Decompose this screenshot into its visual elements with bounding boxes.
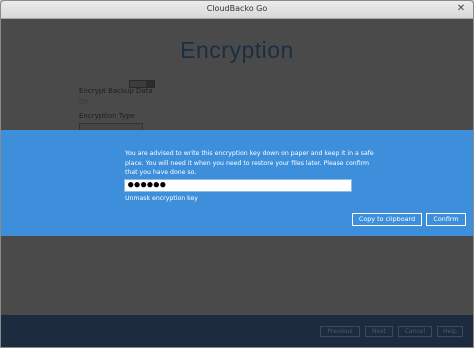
unmask-key-link[interactable]: Unmask encryption key <box>125 195 198 202</box>
app-window: CloudBacko Go ✕ Encryption Encrypt Backu… <box>0 0 474 348</box>
title-bar: CloudBacko Go ✕ <box>1 1 473 19</box>
encryption-type-label: Encryption Type <box>79 112 135 120</box>
next-button[interactable]: Next <box>365 326 393 337</box>
toggle-knob <box>146 81 154 87</box>
footer-bar: Previous Next Cancel Help <box>1 315 473 347</box>
encrypt-state-text: On <box>79 98 89 106</box>
encrypt-backup-data-label: Encrypt Backup Data <box>79 87 153 95</box>
copy-to-clipboard-button[interactable]: Copy to clipboard <box>352 213 422 226</box>
window-title: CloudBacko Go <box>206 4 268 13</box>
dialog-message: You are advised to write this encryption… <box>125 150 374 177</box>
previous-button[interactable]: Previous <box>320 326 360 337</box>
confirm-button[interactable]: Confirm <box>426 213 466 226</box>
encryption-key-field[interactable]: ●●●●●● <box>124 179 352 192</box>
encrypt-toggle[interactable] <box>129 80 155 88</box>
help-button[interactable]: Help <box>437 326 463 337</box>
page-title: Encryption <box>180 37 294 63</box>
cancel-button[interactable]: Cancel <box>398 326 432 337</box>
close-icon[interactable]: ✕ <box>455 3 467 15</box>
